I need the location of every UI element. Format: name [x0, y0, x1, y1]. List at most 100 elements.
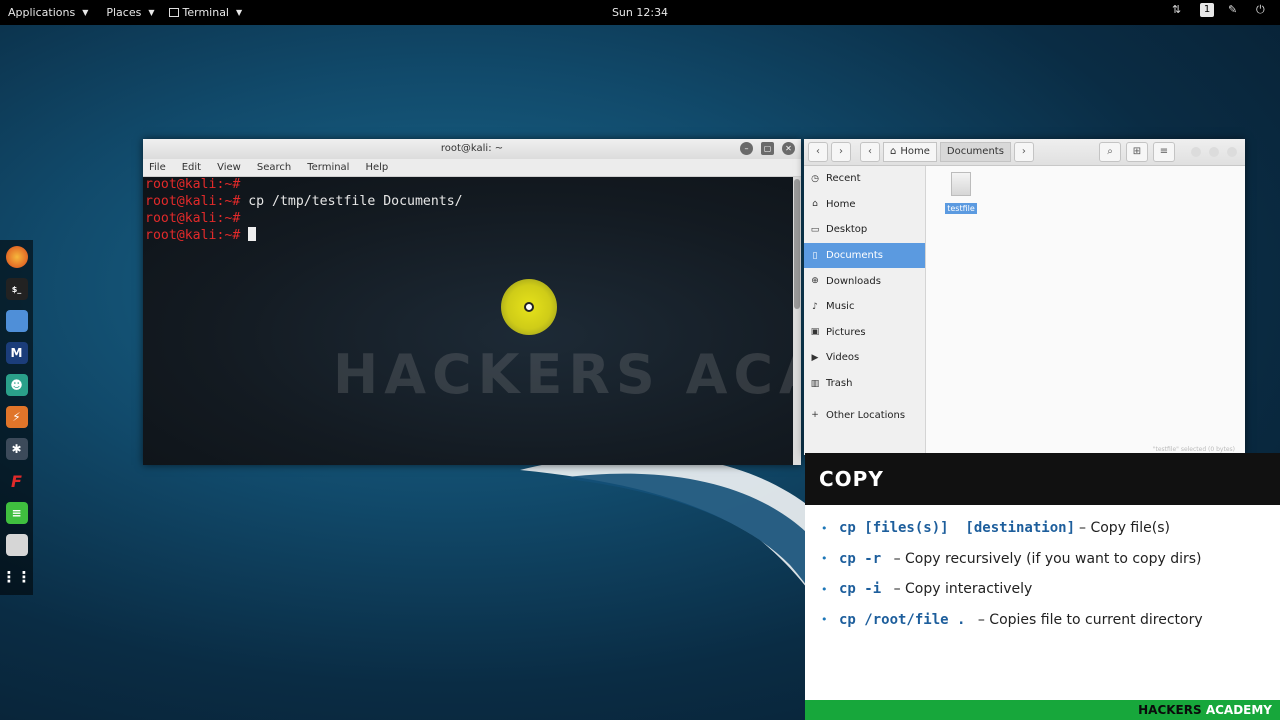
selection-status: "testfile" selected (0 bytes): [1152, 446, 1235, 453]
minimize-icon[interactable]: –: [740, 142, 753, 155]
maximize-icon[interactable]: ▢: [761, 142, 774, 155]
maximize-icon[interactable]: [1209, 147, 1219, 157]
list-item: • cp [files(s)] [destination] – Copy file(…: [821, 513, 1280, 544]
menu-icon[interactable]: ≡: [1153, 142, 1175, 162]
favorites-dock: $_ M ☻ ⚡ ✱ F ≡ ⋮⋮: [0, 240, 33, 595]
sidebar-item-videos[interactable]: ▶ Videos: [804, 345, 925, 371]
terminal-line: root@kali:~#: [145, 177, 791, 194]
terminal-scrollbar[interactable]: [793, 177, 801, 465]
top-panel: Applications ▼ Places ▼ Terminal ▼ Sun 1…: [0, 0, 1280, 25]
sidebar-item-label: Recent: [826, 173, 861, 185]
show-apps-icon[interactable]: ⋮⋮: [2, 566, 32, 588]
grid-view-icon[interactable]: ⊞: [1126, 142, 1148, 162]
sidebar-item-label: Other Locations: [826, 409, 906, 421]
prompt: root@kali:~#: [145, 193, 241, 209]
applications-menu[interactable]: Applications ▼: [8, 6, 88, 19]
places-menu[interactable]: Places ▼: [106, 6, 154, 19]
terminal-window: root@kali: ~ – ▢ ✕ File Edit View Search…: [143, 139, 801, 465]
metasploit-icon[interactable]: M: [5, 342, 28, 364]
sidebar-item-documents[interactable]: ▯ Documents: [804, 242, 925, 269]
command-description: – Copies file to current directory: [977, 611, 1203, 628]
files-icon[interactable]: [5, 310, 28, 332]
terminal-app-menu[interactable]: Terminal ▼: [168, 6, 243, 19]
sidebar-item-music[interactable]: ♪ Music: [804, 294, 925, 320]
scrollbar-thumb[interactable]: [794, 179, 800, 309]
leafpad-icon[interactable]: ≡: [5, 502, 28, 524]
slide-bullet-list: • cp [files(s)] [destination] – Copy file(…: [805, 505, 1280, 635]
sidebar-item-other-locations[interactable]: + Other Locations: [804, 402, 925, 428]
terminal-title: root@kali: ~: [440, 143, 504, 154]
brand-footer: HACKERS ACADEMY: [805, 700, 1280, 720]
close-icon[interactable]: [1227, 147, 1237, 157]
terminal-menu-icon: [168, 8, 179, 17]
breadcrumb-documents[interactable]: Documents: [939, 142, 1011, 162]
document-icon: ▯: [812, 250, 818, 261]
path-left-button[interactable]: ‹: [860, 142, 880, 162]
music-icon: ♪: [812, 301, 818, 312]
breadcrumb-home-label: Home: [900, 146, 930, 157]
sidebar-item-label: Videos: [826, 352, 860, 364]
sidebar-item-desktop[interactable]: ▭ Desktop: [804, 217, 925, 243]
home-icon: ⌂: [890, 146, 897, 157]
places-label: Places: [106, 6, 142, 19]
list-item: • cp /root/file . – Copies file to curren…: [821, 605, 1280, 636]
sidebar-item-label: Trash: [826, 378, 853, 390]
back-button[interactable]: ‹: [808, 142, 828, 162]
sidebar-item-label: Downloads: [826, 275, 881, 287]
sidebar-item-recent[interactable]: ◷ Recent: [804, 166, 925, 192]
terminal-output[interactable]: root@kali:~# root@kali:~# cp /tmp/testfi…: [143, 177, 793, 465]
chevron-down-icon: ▼: [82, 8, 89, 17]
screenshot-icon[interactable]: [5, 534, 28, 556]
video-icon: ▶: [811, 352, 819, 363]
workspace-indicator[interactable]: 1: [1200, 3, 1214, 17]
slide-title: COPY: [805, 453, 1280, 505]
close-icon[interactable]: ✕: [782, 142, 795, 155]
menu-search[interactable]: Search: [257, 162, 291, 173]
file-name: testfile: [945, 203, 977, 214]
file-view[interactable]: testfile "testfile" selected (0 bytes): [927, 166, 1245, 455]
applications-label: Applications: [8, 6, 76, 19]
document-file-icon: [951, 172, 971, 196]
chevron-down-icon: ▼: [236, 8, 243, 17]
firefox-icon[interactable]: [5, 246, 28, 268]
sidebar-item-downloads[interactable]: ⊕ Downloads: [804, 268, 925, 294]
clock-icon: ◷: [811, 173, 819, 184]
terminal-line: root@kali:~#: [145, 227, 791, 245]
prompt: root@kali:~#: [145, 177, 241, 192]
breadcrumb-documents-label: Documents: [946, 146, 1004, 157]
sidebar-item-home[interactable]: ⌂ Home: [804, 192, 925, 218]
maltego-icon[interactable]: ✱: [5, 438, 28, 460]
menu-terminal[interactable]: Terminal: [307, 162, 349, 173]
sidebar-item-label: Documents: [826, 250, 884, 262]
places-sidebar: ◷ Recent ⌂ Home ▭ Desktop ▯ Documents ⊕ Downl…: [804, 166, 926, 455]
list-item: • cp -i – Copy interactively: [821, 574, 1280, 605]
command: cp /tmp/testfile Documents/: [240, 193, 463, 209]
menu-edit[interactable]: Edit: [182, 162, 201, 173]
path-right-button[interactable]: ›: [1013, 142, 1034, 162]
power-icon[interactable]: ⏻: [1256, 3, 1270, 17]
search-icon[interactable]: ⌕: [1099, 142, 1121, 162]
prompt: root@kali:~#: [145, 228, 241, 244]
plus-icon: +: [811, 410, 819, 421]
menu-help[interactable]: Help: [365, 162, 388, 173]
watermark-text: HACKERS ACADEMY: [333, 343, 793, 406]
faraday-icon[interactable]: F: [6, 470, 28, 492]
menu-view[interactable]: View: [217, 162, 241, 173]
network-icon[interactable]: ⇅: [1172, 3, 1186, 17]
brand-word-1: HACKERS: [1138, 703, 1206, 717]
forward-button[interactable]: ›: [831, 142, 851, 162]
cursor-dot: [524, 302, 534, 312]
menu-file[interactable]: File: [149, 162, 166, 173]
prompt: root@kali:~#: [145, 210, 241, 226]
burpsuite-icon[interactable]: ⚡: [5, 406, 28, 428]
sidebar-item-trash[interactable]: ▥ Trash: [804, 371, 925, 397]
sidebar-item-pictures[interactable]: ▣ Pictures: [804, 320, 925, 346]
settings-tools-icon[interactable]: ✎: [1228, 3, 1242, 17]
breadcrumb-home[interactable]: ⌂ Home: [883, 142, 937, 162]
terminal-menu-label: Terminal: [182, 6, 230, 19]
terminal-titlebar[interactable]: root@kali: ~ – ▢ ✕: [143, 139, 801, 159]
terminal-icon[interactable]: $_: [5, 278, 28, 300]
armitage-icon[interactable]: ☻: [5, 374, 28, 396]
minimize-icon[interactable]: [1191, 147, 1201, 157]
file-item[interactable]: testfile: [944, 172, 978, 215]
